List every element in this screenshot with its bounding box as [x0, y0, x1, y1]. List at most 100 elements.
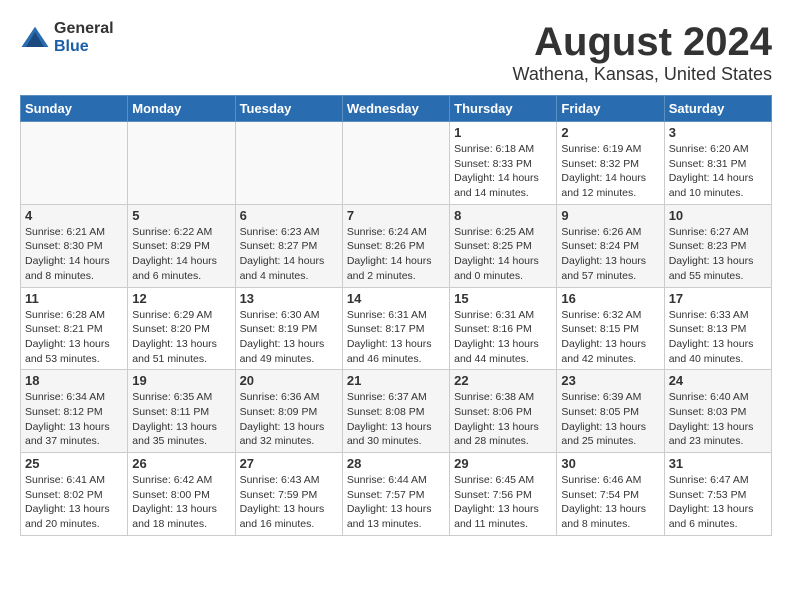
day-info: Sunrise: 6:43 AMSunset: 7:59 PMDaylight:… [240, 473, 338, 532]
day-number: 28 [347, 456, 445, 471]
day-number: 30 [561, 456, 659, 471]
calendar-cell: 17 Sunrise: 6:33 AMSunset: 8:13 PMDayligh… [664, 287, 771, 370]
header-cell-thursday: Thursday [450, 96, 557, 122]
calendar-cell: 12 Sunrise: 6:29 AMSunset: 8:20 PMDayligh… [128, 287, 235, 370]
day-info: Sunrise: 6:39 AMSunset: 8:05 PMDaylight:… [561, 390, 659, 449]
title-block: August 2024 Wathena, Kansas, United Stat… [513, 20, 772, 85]
day-number: 16 [561, 291, 659, 306]
calendar-cell: 22 Sunrise: 6:38 AMSunset: 8:06 PMDayligh… [450, 370, 557, 453]
calendar-cell: 7Sunrise: 6:24 AMSunset: 8:26 PMDaylight… [342, 204, 449, 287]
day-number: 14 [347, 291, 445, 306]
calendar-cell: 15Sunrise: 6:31 AMSunset: 8:16 PMDayligh… [450, 287, 557, 370]
day-number: 20 [240, 373, 338, 388]
day-number: 5 [132, 208, 230, 223]
subtitle: Wathena, Kansas, United States [513, 64, 772, 85]
day-info: Sunrise: 6:25 AMSunset: 8:25 PMDaylight:… [454, 225, 552, 284]
day-number: 10 [669, 208, 767, 223]
day-info: Sunrise: 6:41 AMSunset: 8:02 PMDaylight:… [25, 473, 123, 532]
day-info: Sunrise: 6:46 AMSunset: 7:54 PMDaylight:… [561, 473, 659, 532]
day-info: Sunrise: 6:20 AMSunset: 8:31 PMDaylight:… [669, 142, 767, 201]
day-info: Sunrise: 6:26 AMSunset: 8:24 PMDaylight:… [561, 225, 659, 284]
header-cell-wednesday: Wednesday [342, 96, 449, 122]
day-info: Sunrise: 6:47 AMSunset: 7:53 PMDaylight:… [669, 473, 767, 532]
day-info: Sunrise: 6:40 AMSunset: 8:03 PMDaylight:… [669, 390, 767, 449]
logo-general: General [54, 20, 114, 38]
day-number: 19 [132, 373, 230, 388]
calendar-cell: 16 Sunrise: 6:32 AMSunset: 8:15 PMDayligh… [557, 287, 664, 370]
calendar-cell: 28 Sunrise: 6:44 AMSunset: 7:57 PMDayligh… [342, 453, 449, 536]
calendar-cell: 14Sunrise: 6:31 AMSunset: 8:17 PMDayligh… [342, 287, 449, 370]
calendar-cell: 8 Sunrise: 6:25 AMSunset: 8:25 PMDaylight… [450, 204, 557, 287]
day-info: Sunrise: 6:45 AMSunset: 7:56 PMDaylight:… [454, 473, 552, 532]
calendar-cell: 3 Sunrise: 6:20 AMSunset: 8:31 PMDaylight… [664, 122, 771, 205]
header-cell-friday: Friday [557, 96, 664, 122]
calendar-table: SundayMondayTuesdayWednesdayThursdayFrid… [20, 95, 772, 536]
day-info: Sunrise: 6:27 AMSunset: 8:23 PMDaylight:… [669, 225, 767, 284]
day-info: Sunrise: 6:24 AMSunset: 8:26 PMDaylight:… [347, 225, 445, 284]
day-number: 27 [240, 456, 338, 471]
calendar-cell: 29 Sunrise: 6:45 AMSunset: 7:56 PMDayligh… [450, 453, 557, 536]
day-info: Sunrise: 6:32 AMSunset: 8:15 PMDaylight:… [561, 308, 659, 367]
day-info: Sunrise: 6:37 AMSunset: 8:08 PMDaylight:… [347, 390, 445, 449]
day-number: 21 [347, 373, 445, 388]
day-number: 15 [454, 291, 552, 306]
day-number: 29 [454, 456, 552, 471]
calendar-cell [342, 122, 449, 205]
calendar-header: SundayMondayTuesdayWednesdayThursdayFrid… [21, 96, 772, 122]
calendar-cell: 21 Sunrise: 6:37 AMSunset: 8:08 PMDayligh… [342, 370, 449, 453]
calendar-cell: 6Sunrise: 6:23 AMSunset: 8:27 PMDaylight… [235, 204, 342, 287]
calendar-cell: 23 Sunrise: 6:39 AMSunset: 8:05 PMDayligh… [557, 370, 664, 453]
day-number: 2 [561, 125, 659, 140]
day-number: 24 [669, 373, 767, 388]
header-cell-sunday: Sunday [21, 96, 128, 122]
day-info: Sunrise: 6:23 AMSunset: 8:27 PMDaylight:… [240, 225, 338, 284]
day-info: Sunrise: 6:35 AMSunset: 8:11 PMDaylight:… [132, 390, 230, 449]
logo-icon [20, 23, 50, 53]
header-cell-tuesday: Tuesday [235, 96, 342, 122]
day-info: Sunrise: 6:38 AMSunset: 8:06 PMDaylight:… [454, 390, 552, 449]
header-cell-saturday: Saturday [664, 96, 771, 122]
calendar-cell: 2 Sunrise: 6:19 AMSunset: 8:32 PMDaylight… [557, 122, 664, 205]
calendar-cell: 9Sunrise: 6:26 AMSunset: 8:24 PMDaylight… [557, 204, 664, 287]
day-info: Sunrise: 6:21 AMSunset: 8:30 PMDaylight:… [25, 225, 123, 284]
day-number: 23 [561, 373, 659, 388]
calendar-cell: 31Sunrise: 6:47 AMSunset: 7:53 PMDayligh… [664, 453, 771, 536]
day-info: Sunrise: 6:19 AMSunset: 8:32 PMDaylight:… [561, 142, 659, 201]
calendar-cell: 4 Sunrise: 6:21 AMSunset: 8:30 PMDaylight… [21, 204, 128, 287]
calendar-cell [128, 122, 235, 205]
day-number: 25 [25, 456, 123, 471]
calendar-week-4: 18Sunrise: 6:34 AMSunset: 8:12 PMDayligh… [21, 370, 772, 453]
day-number: 3 [669, 125, 767, 140]
main-title: August 2024 [513, 20, 772, 64]
day-number: 8 [454, 208, 552, 223]
day-number: 4 [25, 208, 123, 223]
calendar-week-3: 11Sunrise: 6:28 AMSunset: 8:21 PMDayligh… [21, 287, 772, 370]
header-row: SundayMondayTuesdayWednesdayThursdayFrid… [21, 96, 772, 122]
day-number: 13 [240, 291, 338, 306]
page-header: General Blue August 2024 Wathena, Kansas… [20, 20, 772, 85]
calendar-cell [21, 122, 128, 205]
day-info: Sunrise: 6:36 AMSunset: 8:09 PMDaylight:… [240, 390, 338, 449]
day-number: 1 [454, 125, 552, 140]
day-info: Sunrise: 6:44 AMSunset: 7:57 PMDaylight:… [347, 473, 445, 532]
calendar-cell: 18Sunrise: 6:34 AMSunset: 8:12 PMDayligh… [21, 370, 128, 453]
logo-text: General Blue [54, 20, 114, 55]
logo-blue: Blue [54, 38, 114, 56]
calendar-cell: 24 Sunrise: 6:40 AMSunset: 8:03 PMDayligh… [664, 370, 771, 453]
day-info: Sunrise: 6:42 AMSunset: 8:00 PMDaylight:… [132, 473, 230, 532]
day-number: 12 [132, 291, 230, 306]
calendar-cell: 5Sunrise: 6:22 AMSunset: 8:29 PMDaylight… [128, 204, 235, 287]
day-number: 17 [669, 291, 767, 306]
day-number: 22 [454, 373, 552, 388]
calendar-cell: 1 Sunrise: 6:18 AMSunset: 8:33 PMDaylight… [450, 122, 557, 205]
calendar-week-1: 1 Sunrise: 6:18 AMSunset: 8:33 PMDaylight… [21, 122, 772, 205]
day-info: Sunrise: 6:29 AMSunset: 8:20 PMDaylight:… [132, 308, 230, 367]
calendar-cell: 19 Sunrise: 6:35 AMSunset: 8:11 PMDayligh… [128, 370, 235, 453]
day-number: 18 [25, 373, 123, 388]
calendar-cell: 10 Sunrise: 6:27 AMSunset: 8:23 PMDayligh… [664, 204, 771, 287]
calendar-week-5: 25 Sunrise: 6:41 AMSunset: 8:02 PMDayligh… [21, 453, 772, 536]
day-number: 26 [132, 456, 230, 471]
day-info: Sunrise: 6:30 AMSunset: 8:19 PMDaylight:… [240, 308, 338, 367]
day-info: Sunrise: 6:18 AMSunset: 8:33 PMDaylight:… [454, 142, 552, 201]
day-info: Sunrise: 6:33 AMSunset: 8:13 PMDaylight:… [669, 308, 767, 367]
